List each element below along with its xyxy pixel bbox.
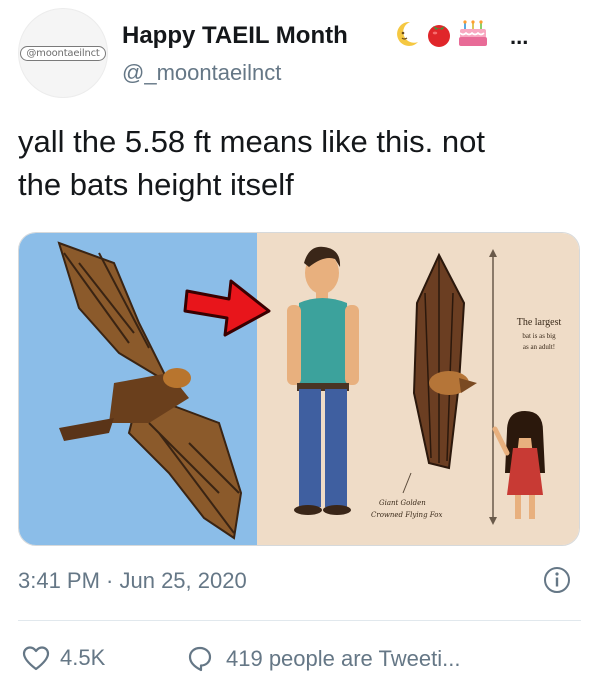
illustration-text-2: bat is as big <box>522 332 556 340</box>
illustration-text-3: as an adult! <box>523 343 555 351</box>
tweet-text-line-1: yall the 5.58 ft means like this. not <box>18 124 485 159</box>
caption-line-1: Giant Golden <box>379 499 426 507</box>
name-emojis <box>394 20 488 48</box>
user-handle[interactable]: @_moontaeilnct <box>122 60 281 86</box>
crescent-moon-icon <box>397 21 418 46</box>
tweet-media-image[interactable]: The largest bat is as big as an adult! G… <box>18 232 580 546</box>
tweet-activity-button[interactable]: 419 people are Tweeti... <box>186 645 460 673</box>
like-button[interactable]: 4.5K <box>22 645 105 671</box>
display-name[interactable]: Happy TAEIL Month <box>122 22 348 50</box>
tweet-timestamp[interactable]: 3:41 PM · Jun 25, 2020 <box>18 568 247 594</box>
avatar-label: @moontaeilnct <box>20 45 106 61</box>
likes-count: 4.5K <box>60 645 106 670</box>
heart-icon <box>22 646 50 671</box>
replies-text: 419 people are Tweeti... <box>226 646 461 671</box>
reply-icon <box>188 646 212 672</box>
divider <box>18 620 581 621</box>
tweet-text: yall the 5.58 ft means like this. not th… <box>18 120 578 206</box>
tweet-header: @moontaeilnct Happy TAEIL Month ... @_mo… <box>18 8 588 100</box>
birthday-cake-icon <box>459 20 487 46</box>
caption-line-2: Crowned Flying Fox <box>371 511 442 519</box>
tomato-icon <box>428 25 450 47</box>
illustration-text-1: The largest <box>517 317 562 328</box>
avatar[interactable]: @moontaeilnct <box>18 8 108 98</box>
name-truncation: ... <box>510 24 529 49</box>
info-icon[interactable] <box>542 565 572 595</box>
tweet-text-line-2: the bats height itself <box>18 167 294 202</box>
